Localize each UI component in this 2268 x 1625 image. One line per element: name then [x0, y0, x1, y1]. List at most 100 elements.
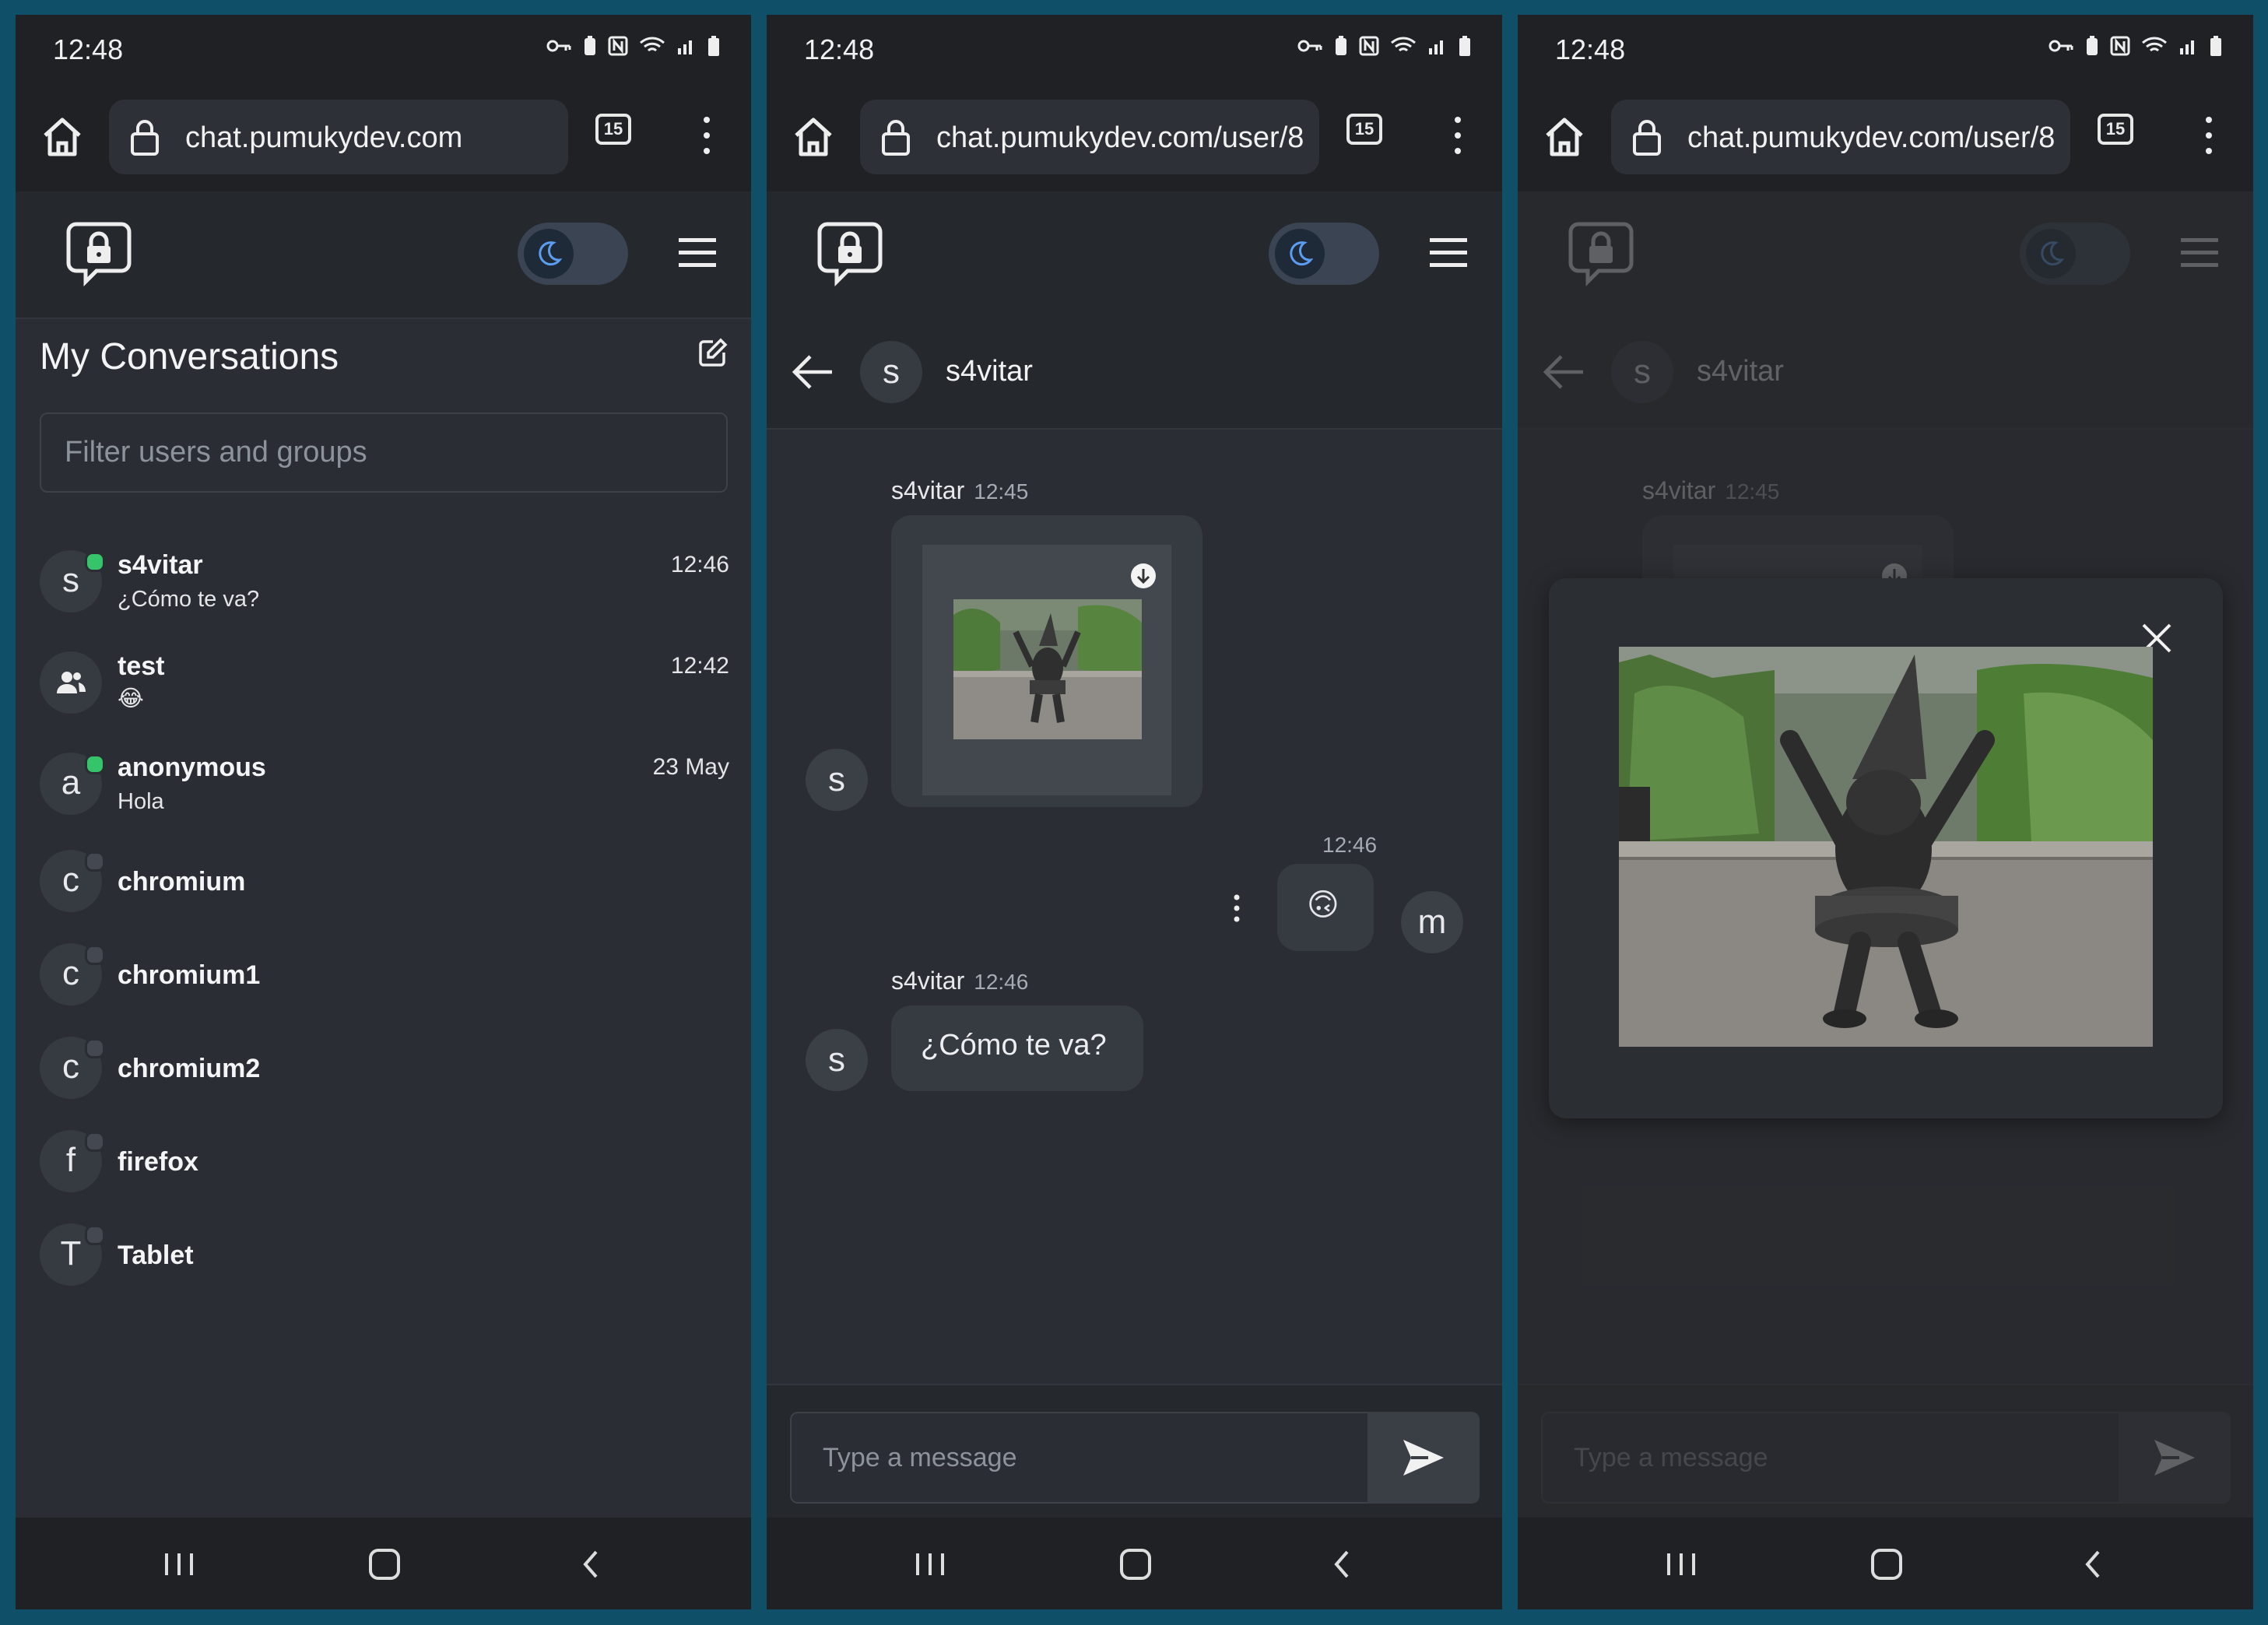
offline-indicator [85, 851, 105, 872]
page-title: My Conversations [40, 336, 339, 377]
send-button[interactable] [1367, 1412, 1480, 1504]
signal-icon [678, 40, 692, 54]
phone-chat: 12:48 chat.pumukydev.com/user/8 15 s s4v… [767, 15, 1502, 1609]
home-nav-icon[interactable] [361, 1541, 408, 1588]
battery-icon [1459, 36, 1470, 56]
image-preview-frame[interactable] [922, 545, 1171, 795]
back-nav-icon[interactable] [568, 1541, 615, 1588]
online-indicator [85, 754, 105, 774]
url-text: chat.pumukydev.com [185, 121, 463, 154]
chat-header: s s4vitar [767, 318, 1502, 430]
image-viewer-modal [1549, 578, 2223, 1118]
group-icon [57, 672, 86, 693]
tabs-count-button[interactable]: 15 [595, 114, 631, 145]
home-icon[interactable] [37, 112, 87, 162]
compose-icon[interactable] [697, 337, 728, 368]
battery-saver-icon [2087, 36, 2098, 55]
theme-knob [524, 229, 574, 279]
tabs-count-button[interactable]: 15 [2098, 114, 2133, 145]
battery-icon [708, 36, 719, 56]
theme-toggle[interactable] [1269, 223, 1379, 285]
message-text: ¿Cómo te va? [921, 1029, 1107, 1062]
more-vert-icon[interactable] [1450, 112, 1466, 159]
conversation-name: firefox [118, 1147, 198, 1177]
message-list: s4vitar 12:45 s 12:46 🙃 m s4vitar 12:46 … [767, 430, 1502, 1384]
wifi-icon [2142, 37, 2167, 52]
message-composer [767, 1384, 1502, 1519]
send-icon [1403, 1440, 1444, 1476]
text-message-bubble: ¿Cómo te va? [891, 1006, 1143, 1091]
gnome-statue-thumbnail[interactable] [953, 599, 1142, 739]
conversation-item[interactable]: c chromium [40, 850, 740, 935]
conversation-item[interactable]: f firefox [40, 1130, 740, 1216]
message-options-icon[interactable] [1232, 893, 1241, 924]
address-bar[interactable]: chat.pumukydev.com [109, 100, 568, 174]
conversation-time: 12:46 [670, 552, 729, 577]
home-icon[interactable] [788, 112, 838, 162]
key-icon [1297, 40, 1322, 52]
recent-apps-icon[interactable] [907, 1541, 953, 1588]
home-nav-icon[interactable] [1112, 1541, 1159, 1588]
contact-name[interactable]: s4vitar [946, 355, 1033, 388]
nfc-icon [608, 36, 628, 56]
key-icon [546, 40, 571, 52]
key-icon [2049, 40, 2073, 52]
lock-icon [882, 120, 910, 156]
app-header [16, 191, 751, 319]
address-bar[interactable]: chat.pumukydev.com/user/8 [860, 100, 1319, 174]
tabs-count-button[interactable]: 15 [1346, 114, 1382, 145]
more-vert-icon[interactable] [2201, 112, 2217, 159]
message-emoji: 🙃 [1307, 888, 1339, 922]
message-time: 12:46 [1322, 833, 1378, 857]
home-nav-icon[interactable] [1863, 1541, 1910, 1588]
status-icons [546, 35, 720, 57]
chat-lock-logo-icon[interactable] [816, 219, 883, 286]
conversation-item[interactable]: a anonymous Hola 23 May [40, 741, 740, 827]
sender-name: s4vitar [891, 967, 965, 995]
signal-icon [1429, 40, 1443, 54]
address-bar[interactable]: chat.pumukydev.com/user/8 [1611, 100, 2070, 174]
home-icon[interactable] [1540, 112, 1589, 162]
conversation-item[interactable]: s s4vitar ¿Cómo te va? 12:46 [40, 539, 740, 624]
more-vert-icon[interactable] [699, 112, 714, 159]
contact-avatar[interactable]: s [860, 341, 922, 403]
browser-url-bar: chat.pumukydev.com/user/8 15 [1518, 81, 2253, 191]
conversation-name: chromium [118, 867, 246, 897]
system-nav-bar [767, 1518, 1502, 1609]
status-bar: 12:48 [16, 15, 751, 81]
back-nav-icon[interactable] [2070, 1541, 2117, 1588]
online-indicator [85, 552, 105, 572]
hamburger-menu-icon[interactable] [677, 235, 718, 271]
lock-icon [131, 120, 159, 156]
message-time: 12:46 [974, 970, 1029, 994]
chat-lock-logo-icon[interactable] [65, 219, 132, 286]
conversation-item[interactable]: test 😂 12:42 [40, 640, 740, 725]
message-time: 12:45 [974, 479, 1029, 504]
hamburger-menu-icon[interactable] [1428, 235, 1469, 271]
recent-apps-icon[interactable] [156, 1541, 202, 1588]
emoji-message-bubble: 🙃 [1277, 864, 1374, 951]
app-header [767, 191, 1502, 319]
nfc-icon [1359, 36, 1379, 56]
back-arrow-icon[interactable] [792, 352, 835, 392]
filter-input[interactable] [40, 412, 728, 493]
status-icons [2048, 35, 2222, 57]
recent-apps-icon[interactable] [1658, 1541, 1705, 1588]
theme-toggle[interactable] [518, 223, 628, 285]
sender-avatar: s [806, 1029, 868, 1091]
message-input[interactable] [790, 1412, 1367, 1504]
status-bar: 12:48 [767, 15, 1502, 81]
system-nav-bar [1518, 1518, 2253, 1609]
download-icon[interactable] [1129, 562, 1157, 590]
message-sender: s4vitar 12:46 [891, 967, 1028, 995]
conversation-item[interactable]: c chromium1 [40, 943, 740, 1029]
conversation-name: chromium2 [118, 1054, 261, 1083]
conversation-name: Tablet [118, 1241, 194, 1270]
wifi-icon [1391, 37, 1416, 52]
gnome-statue-image [1619, 647, 2153, 1047]
conversation-item[interactable]: T Tablet [40, 1223, 740, 1309]
back-nav-icon[interactable] [1319, 1541, 1366, 1588]
url-text: chat.pumukydev.com/user/8 [1687, 121, 2056, 154]
conversation-item[interactable]: c chromium2 [40, 1037, 740, 1122]
status-bar: 12:48 [1518, 15, 2253, 81]
